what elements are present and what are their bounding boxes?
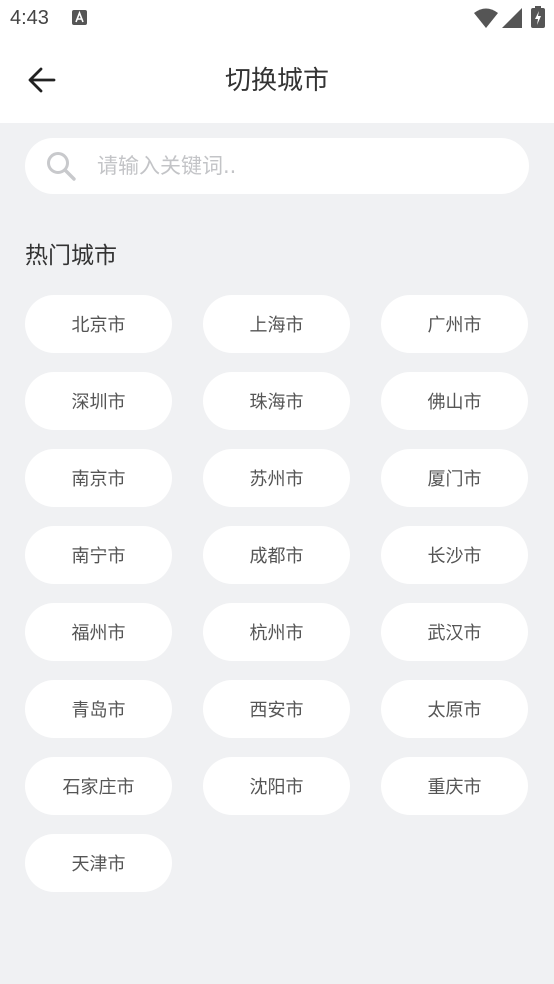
- search-input[interactable]: [97, 138, 517, 194]
- city-chip[interactable]: 武汉市: [381, 603, 528, 661]
- city-chip[interactable]: 青岛市: [25, 680, 172, 738]
- city-chip[interactable]: 苏州市: [203, 449, 350, 507]
- city-chip[interactable]: 南宁市: [25, 526, 172, 584]
- hot-cities-title: 热门城市: [25, 243, 117, 269]
- city-chip[interactable]: 珠海市: [203, 372, 350, 430]
- city-chip[interactable]: 深圳市: [25, 372, 172, 430]
- page-title: 切换城市: [224, 66, 329, 96]
- battery-icon: [531, 6, 545, 28]
- city-chip[interactable]: 石家庄市: [25, 757, 172, 815]
- city-chip[interactable]: 福州市: [25, 603, 172, 661]
- city-chip[interactable]: 重庆市: [381, 757, 528, 815]
- city-chip[interactable]: 成都市: [203, 526, 350, 584]
- city-chip[interactable]: 杭州市: [203, 603, 350, 661]
- city-chip[interactable]: 厦门市: [381, 449, 528, 507]
- top-bar: 4:43 切换城市: [0, 0, 554, 123]
- city-chip[interactable]: 佛山市: [381, 372, 528, 430]
- city-chip[interactable]: 太原市: [381, 680, 528, 738]
- city-chip[interactable]: 西安市: [203, 680, 350, 738]
- city-chip[interactable]: 北京市: [25, 295, 172, 353]
- signal-icon: [502, 8, 522, 28]
- city-chip[interactable]: 南京市: [25, 449, 172, 507]
- city-chip[interactable]: 天津市: [25, 834, 172, 892]
- status-bar: 4:43: [0, 0, 554, 40]
- back-button[interactable]: [20, 58, 64, 102]
- city-chip[interactable]: 沈阳市: [203, 757, 350, 815]
- city-chip[interactable]: 广州市: [381, 295, 528, 353]
- status-time: 4:43: [10, 7, 49, 29]
- navigation-bar: 切换城市: [0, 40, 554, 123]
- wifi-icon: [474, 8, 498, 28]
- hot-cities-grid: 北京市 上海市 广州市 深圳市 珠海市 佛山市 南京市 苏州市 厦门市 南宁市 …: [25, 295, 529, 892]
- city-chip[interactable]: 上海市: [203, 295, 350, 353]
- search-icon: [47, 152, 76, 181]
- search-box[interactable]: [25, 138, 529, 194]
- a-notification-icon: [72, 10, 87, 25]
- arrow-left-icon: [28, 67, 56, 93]
- city-chip[interactable]: 长沙市: [381, 526, 528, 584]
